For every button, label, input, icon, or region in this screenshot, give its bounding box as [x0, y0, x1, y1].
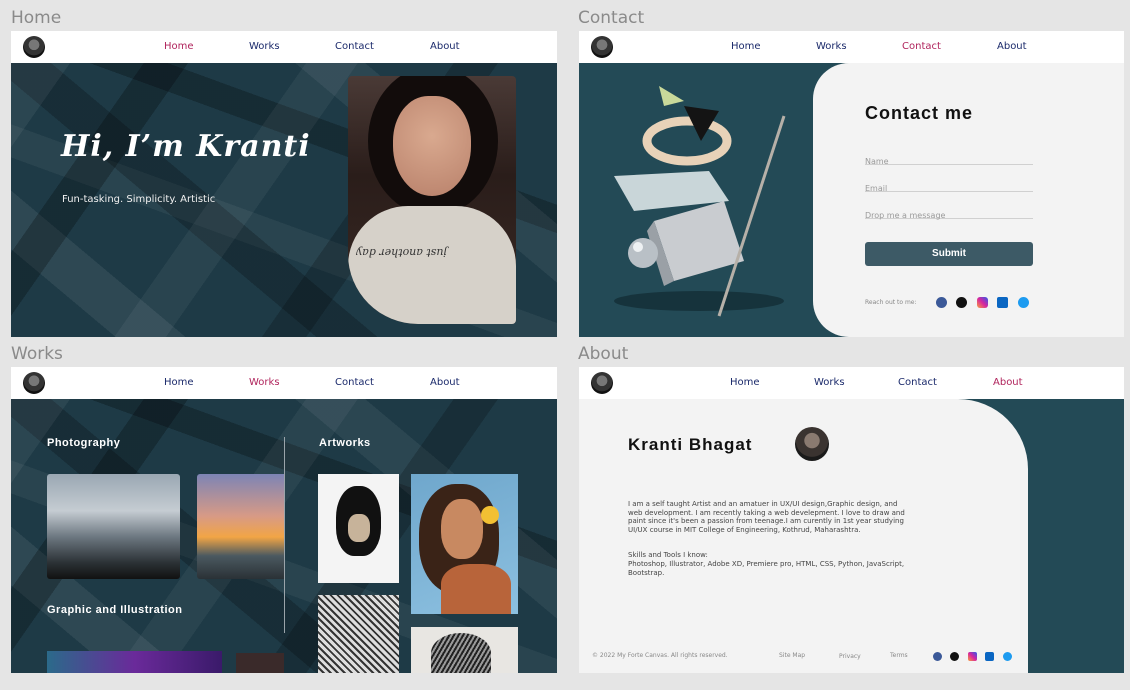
- photo-clouds[interactable]: [47, 474, 180, 579]
- behance-icon[interactable]: [956, 297, 968, 309]
- photography-heading: Photography: [47, 437, 121, 449]
- footer-sitemap-link[interactable]: Site Map: [779, 652, 805, 659]
- nav-about-link[interactable]: About: [993, 377, 1023, 388]
- nav-about-link[interactable]: About: [430, 377, 460, 388]
- email-field[interactable]: Email: [865, 178, 1033, 193]
- avatar[interactable]: [591, 372, 613, 394]
- artwork-giraffe[interactable]: [318, 595, 399, 673]
- frame-label-contact: Contact: [578, 8, 645, 28]
- social-icons: [931, 294, 1029, 312]
- linkedin-icon[interactable]: [997, 297, 1009, 309]
- footer-social-icons: [929, 648, 1012, 666]
- contact-panel: Contact me Name Email Drop me a message …: [813, 63, 1124, 337]
- facebook-icon[interactable]: [933, 652, 942, 662]
- about-avatar: [795, 427, 829, 461]
- nav-works-link[interactable]: Works: [249, 41, 280, 52]
- artwork-sketch[interactable]: [411, 627, 518, 673]
- reach-out-label: Reach out to me:: [865, 299, 917, 306]
- about-panel: Kranti Bhagat I am a self taught Artist …: [579, 399, 1028, 673]
- navbar: Home Works Contact About: [11, 31, 557, 63]
- shirt-text: just another day: [356, 246, 447, 259]
- artworks-heading: Artworks: [319, 437, 371, 449]
- contact-title: Contact me: [865, 103, 974, 123]
- graphic-thumb-1[interactable]: [47, 651, 222, 673]
- graphic-heading: Graphic and Illustration: [47, 604, 183, 616]
- nav-contact-link[interactable]: Contact: [335, 41, 374, 52]
- portrait-photo: just another day: [348, 76, 516, 324]
- frame-label-about: About: [578, 344, 629, 364]
- nav-works-link[interactable]: Works: [814, 377, 845, 388]
- frame-label-home: Home: [11, 8, 62, 28]
- navbar: Home Works Contact About: [579, 31, 1124, 63]
- about-name: Kranti Bhagat: [628, 435, 753, 454]
- about-bio: I am a self taught Artist and an amatuer…: [628, 500, 905, 534]
- nav-works-link[interactable]: Works: [249, 377, 280, 388]
- works-frame: Home Works Contact About Photography Art…: [11, 367, 557, 673]
- avatar[interactable]: [591, 36, 613, 58]
- navbar: Home Works Contact About: [11, 367, 557, 399]
- about-frame: Home Works Contact About Kranti Bhagat I…: [579, 367, 1124, 673]
- footer-terms-link[interactable]: Terms: [890, 652, 908, 659]
- avatar[interactable]: [23, 372, 45, 394]
- skills-heading: Skills and Tools I know:: [628, 551, 708, 559]
- nav-contact-link[interactable]: Contact: [898, 377, 937, 388]
- copyright: © 2022 My Forte Canvas. All rights reser…: [592, 652, 728, 659]
- contact-frame: Home Works Contact About Contact me Name…: [579, 31, 1124, 337]
- frame-label-works: Works: [11, 344, 63, 364]
- nav-home-link[interactable]: Home: [731, 41, 761, 52]
- submit-button[interactable]: Submit: [865, 242, 1033, 266]
- email-placeholder: Email: [865, 184, 888, 193]
- facebook-icon[interactable]: [936, 297, 947, 309]
- message-field[interactable]: Drop me a message: [865, 205, 1033, 220]
- shirt-shape: [348, 206, 516, 324]
- nav-contact-link[interactable]: Contact: [902, 41, 941, 52]
- abstract-3d-illustration: [614, 86, 786, 317]
- nav-home-link[interactable]: Home: [164, 377, 194, 388]
- navbar: Home Works Contact About: [579, 367, 1124, 399]
- hero-tagline: Fun-tasking. Simplicity. Artistic: [62, 194, 216, 205]
- avatar[interactable]: [23, 36, 45, 58]
- instagram-icon[interactable]: [967, 652, 977, 662]
- photo-sunset[interactable]: [197, 474, 284, 579]
- nav-home-link[interactable]: Home: [730, 377, 760, 388]
- artwork-portrait[interactable]: [411, 474, 518, 614]
- nav-about-link[interactable]: About: [997, 41, 1027, 52]
- artwork-dog[interactable]: [318, 474, 399, 583]
- nav-contact-link[interactable]: Contact: [335, 377, 374, 388]
- graphic-thumb-2[interactable]: [236, 653, 284, 673]
- name-field[interactable]: Name: [865, 151, 1033, 166]
- home-frame: Home Works Contact About Hi, I’m Kranti …: [11, 31, 557, 337]
- nav-about-link[interactable]: About: [430, 41, 460, 52]
- face-shape: [393, 96, 471, 196]
- skills-list: Photoshop, Illustrator, Adobe XD, Premie…: [628, 560, 905, 577]
- behance-icon[interactable]: [950, 652, 960, 662]
- hero-headline: Hi, I’m Kranti: [61, 129, 311, 164]
- linkedin-icon[interactable]: [985, 652, 995, 662]
- twitter-icon[interactable]: [1017, 297, 1029, 309]
- divider: [284, 437, 285, 633]
- nav-works-link[interactable]: Works: [816, 41, 847, 52]
- message-placeholder: Drop me a message: [865, 211, 946, 220]
- name-placeholder: Name: [865, 157, 889, 166]
- nav-home-link[interactable]: Home: [164, 41, 194, 52]
- twitter-icon[interactable]: [1002, 652, 1012, 662]
- instagram-icon[interactable]: [976, 297, 988, 309]
- footer-privacy-link[interactable]: Privacy: [839, 653, 861, 660]
